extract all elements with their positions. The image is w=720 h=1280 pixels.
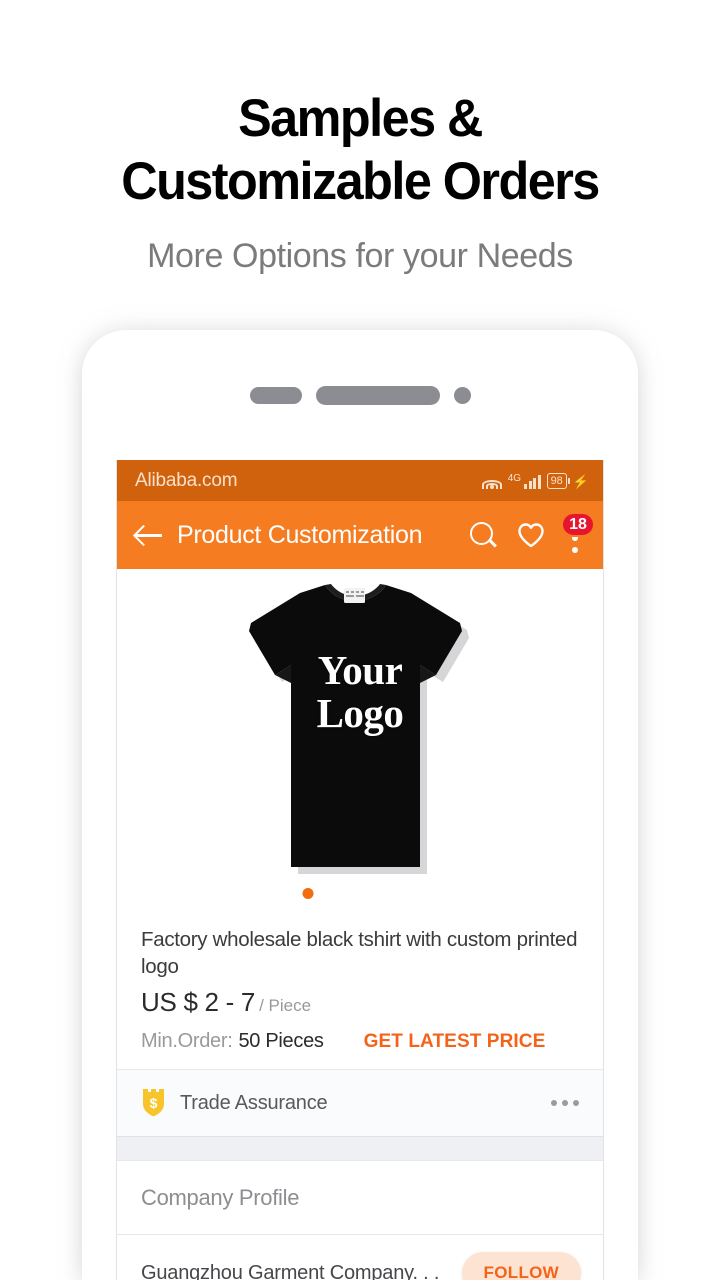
carousel-dot[interactable] — [432, 888, 444, 899]
promo-subtitle: More Options for your Needs — [147, 237, 573, 276]
back-arrow-icon[interactable] — [135, 524, 163, 546]
svg-text:$: $ — [150, 1095, 158, 1111]
heart-icon[interactable] — [517, 522, 545, 548]
promo-page: Samples & Customizable Orders More Optio… — [0, 0, 720, 1280]
product-image: Your Logo — [245, 579, 475, 884]
product-title: Factory wholesale black tshirt with cust… — [141, 928, 578, 978]
product-gallery[interactable]: Your Logo — [117, 569, 603, 913]
price-unit: / Piece — [259, 996, 312, 1016]
status-badge: 18 — [561, 512, 595, 537]
more-horizontal-icon[interactable] — [551, 1100, 579, 1107]
network-type-label: 4G — [507, 472, 522, 484]
status-bar-icons: 4G 98 ⚡ — [481, 472, 589, 489]
status-bar-brand: Alibaba.com — [135, 469, 238, 491]
app-bar: Product Customization 18 — [117, 501, 603, 569]
front-camera-icon — [453, 386, 471, 404]
min-order-value: 50 Pieces — [238, 1030, 324, 1053]
min-order-label: Min.Order: — [141, 1030, 233, 1053]
sensor-icon — [249, 386, 302, 404]
signal-bars-icon — [524, 474, 541, 489]
app-bar-actions: 18 — [470, 512, 595, 553]
carousel-dot[interactable] — [380, 888, 392, 899]
section-spacer — [117, 1136, 603, 1162]
phone-top-bezel — [82, 330, 638, 460]
price-row: US $ 2 - 7 / Piece — [141, 987, 579, 1018]
more-vertical-icon[interactable]: 18 — [561, 512, 595, 553]
battery-level-label: 98 — [550, 474, 563, 487]
company-name: Guangzhou Garment Company. . . — [141, 1261, 440, 1280]
promo-title-line-1: Samples & — [238, 89, 483, 148]
product-price: US $ 2 - 7 — [141, 987, 256, 1018]
logo-placeholder-text: Your Logo — [245, 647, 475, 737]
shield-dollar-icon: $ — [141, 1089, 166, 1117]
status-bar: Alibaba.com 4G 98 ⚡ — [117, 460, 603, 501]
carousel-dot[interactable] — [354, 888, 366, 899]
carousel-dots[interactable] — [276, 888, 444, 899]
promo-title: Samples & Customizable Orders — [18, 88, 702, 213]
follow-button[interactable]: FOLLOW — [461, 1252, 581, 1280]
charging-bolt-icon: ⚡ — [572, 473, 589, 489]
trade-assurance-row[interactable]: $ Trade Assurance — [117, 1070, 603, 1137]
company-row[interactable]: Guangzhou Garment Company. . . FOLLOW — [117, 1235, 603, 1280]
carousel-dot[interactable] — [276, 888, 288, 899]
page-title: Product Customization — [177, 520, 423, 549]
logo-line-1: Your — [317, 647, 403, 693]
get-latest-price-button[interactable]: GET LATEST PRICE — [364, 1031, 546, 1053]
battery-icon: 98 — [546, 472, 571, 489]
min-order-row: Min.Order: 50 Pieces GET LATEST PRICE — [141, 1030, 579, 1053]
carousel-dot[interactable] — [328, 888, 340, 899]
wifi-icon — [481, 474, 502, 489]
phone-screen: Alibaba.com 4G 98 ⚡ Product Customizatio… — [116, 460, 604, 1280]
phone-mockup: Alibaba.com 4G 98 ⚡ Product Customizatio… — [82, 330, 638, 1280]
product-info: Factory wholesale black tshirt with cust… — [117, 913, 603, 1069]
trade-assurance-label: Trade Assurance — [180, 1091, 328, 1114]
promo-header: Samples & Customizable Orders More Optio… — [0, 0, 720, 276]
carousel-dot[interactable] — [406, 888, 418, 899]
logo-line-2: Logo — [316, 690, 404, 737]
carousel-dot-active[interactable] — [302, 888, 314, 899]
promo-title-line-2: Customizable Orders — [121, 151, 600, 211]
search-icon[interactable] — [470, 521, 497, 549]
company-profile-header: Company Profile — [117, 1161, 603, 1234]
earpiece-speaker-icon — [315, 385, 440, 405]
company-profile-title: Company Profile — [141, 1184, 300, 1210]
